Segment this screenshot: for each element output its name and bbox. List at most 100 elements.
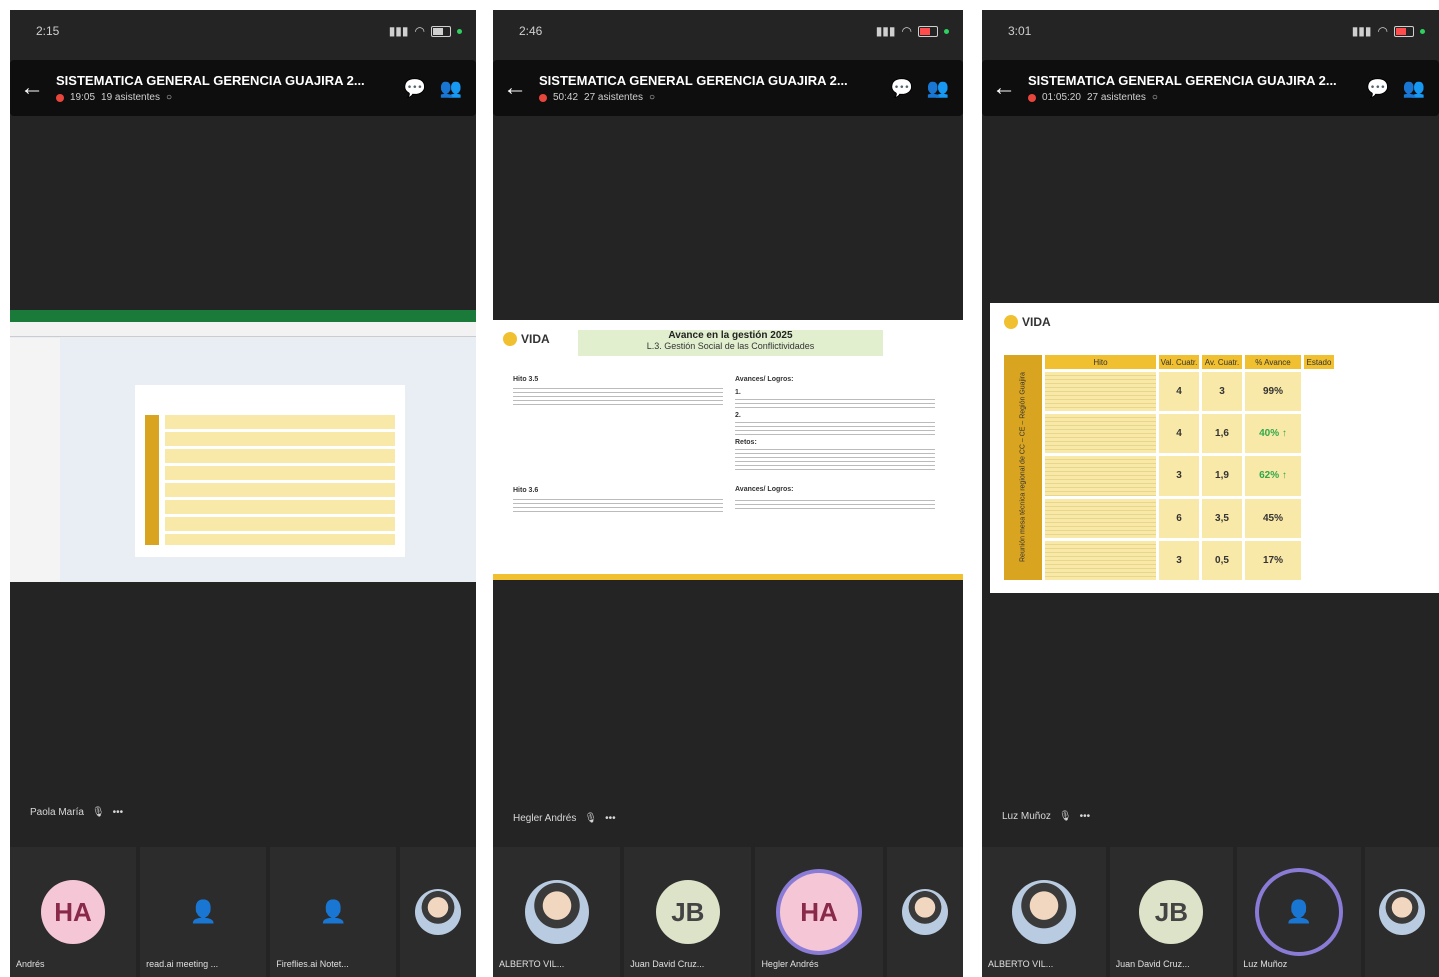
- participant-tile[interactable]: [886, 847, 963, 977]
- back-arrow-icon[interactable]: ←: [20, 74, 56, 102]
- participant-tile[interactable]: ALBERTO VIL...: [493, 847, 621, 977]
- table-cell: 3: [1202, 372, 1242, 412]
- table-cell: 1,9: [1202, 456, 1242, 496]
- wifi-icon: ◠: [1377, 24, 1388, 38]
- hito-text: [1045, 372, 1156, 412]
- camera-indicator-icon: [944, 28, 949, 34]
- avatar: JB: [655, 880, 720, 944]
- recording-icon: [539, 93, 547, 102]
- text-lines: [735, 419, 935, 435]
- attendee-count: 19 asistentes: [101, 92, 160, 103]
- chat-icon[interactable]: 💬: [400, 73, 430, 103]
- person-icon: 👤: [1259, 872, 1339, 952]
- participants-icon[interactable]: 👥: [436, 73, 466, 103]
- participant-tile[interactable]: 👤 Luz Muñoz: [1237, 847, 1361, 977]
- participant-tile[interactable]: 👤 read.ai meeting ...: [140, 847, 267, 977]
- item-1: 1.: [735, 389, 741, 396]
- participant-name: ALBERTO VIL...: [499, 959, 565, 969]
- slide-bottom-band: [493, 574, 963, 580]
- mic-icon: 🎙: [91, 807, 105, 818]
- participants-icon[interactable]: 👥: [1399, 73, 1429, 103]
- battery-icon: [431, 25, 451, 37]
- back-arrow-icon[interactable]: ←: [503, 74, 539, 102]
- table-cell: 62% ↑: [1245, 456, 1301, 496]
- col-header: Av. Cuatr.: [1202, 355, 1242, 369]
- table-cell: 4: [1159, 414, 1199, 454]
- side-label: Reunión mesa técnica regional de CC – CE…: [1004, 355, 1042, 580]
- camera-indicator-icon: [1420, 28, 1425, 34]
- slide-side-band: [145, 415, 159, 545]
- logo-icon: [503, 332, 517, 346]
- table-cell: 4: [1159, 372, 1199, 412]
- shared-slide: VIDA Avance en la gestión 2025 L.3. Gest…: [493, 320, 963, 580]
- participant-tile[interactable]: HA Andrés: [10, 847, 137, 977]
- table-cell: 1,6: [1202, 414, 1242, 454]
- meeting-title: SISTEMATICA GENERAL GERENCIA GUAJIRA 2..…: [1028, 73, 1337, 88]
- table-cell: 0,5: [1202, 540, 1242, 580]
- meeting-header: ← SISTEMATICA GENERAL GERENCIA GUAJIRA 2…: [493, 60, 963, 116]
- elapsed-time: 50:42: [553, 92, 579, 103]
- more-icon[interactable]: •••: [113, 807, 124, 818]
- browser-address-bar: [10, 322, 476, 337]
- info-icon[interactable]: ○: [1152, 92, 1158, 103]
- table-cell: 3: [1159, 540, 1199, 580]
- signal-icon: ▮▮▮: [1351, 24, 1372, 38]
- hito-label-2: Hito 3.6: [513, 487, 539, 494]
- avatar-photo: [524, 880, 589, 944]
- participant-tile[interactable]: [1364, 847, 1439, 977]
- clock: 2:46: [519, 24, 543, 38]
- participant-tile[interactable]: ALBERTO VIL...: [982, 847, 1106, 977]
- elapsed-time: 01:05:20: [1042, 92, 1081, 103]
- table-cell: 3,5: [1202, 498, 1242, 538]
- slide-thumbnails: [10, 338, 60, 582]
- meeting-header: ← SISTEMATICA GENERAL GERENCIA GUAJIRA 2…: [10, 60, 476, 116]
- person-icon: 👤: [189, 899, 217, 924]
- participant-strip: ALBERTO VIL... JB Juan David Cruz... 👤 Luz…: [982, 847, 1439, 977]
- battery-icon: [1394, 25, 1414, 37]
- participant-name: Luz Muñoz: [1243, 959, 1288, 969]
- participant-name: Hegler Andrés: [761, 959, 819, 969]
- participant-tile[interactable]: 👤 Fireflies.ai Notet...: [270, 847, 397, 977]
- chat-icon[interactable]: 💬: [887, 73, 917, 103]
- browser-tab-bar: [10, 310, 476, 322]
- attendee-count: 27 asistentes: [1086, 92, 1146, 103]
- col-header: Hito: [1045, 355, 1156, 369]
- text-lines: [513, 496, 723, 514]
- participant-name: read.ai meeting ...: [146, 959, 219, 969]
- back-arrow-icon[interactable]: ←: [992, 74, 1028, 102]
- wifi-icon: ◠: [414, 24, 425, 38]
- more-icon[interactable]: •••: [1080, 811, 1091, 822]
- logros-label: Avances/ Logros:: [735, 376, 794, 383]
- recording-icon: [56, 93, 64, 102]
- hito-text: [1045, 498, 1156, 538]
- table-cell: 17%: [1245, 540, 1301, 580]
- avatar-photo: [415, 889, 462, 935]
- item-2: 2.: [735, 412, 741, 419]
- participant-tile[interactable]: JB Juan David Cruz...: [624, 847, 752, 977]
- info-icon[interactable]: ○: [166, 92, 172, 103]
- participant-tile[interactable]: [400, 847, 476, 977]
- text-lines: [735, 396, 935, 408]
- more-icon[interactable]: •••: [605, 813, 616, 824]
- participant-name: ALBERTO VIL...: [988, 959, 1054, 969]
- col-header: Estado: [1304, 355, 1334, 369]
- slide-logo: VIDA: [1022, 315, 1051, 329]
- participant-tile[interactable]: JB Juan David Cruz...: [1109, 847, 1234, 977]
- slide-table: Reunión mesa técnica regional de CC – CE…: [1004, 355, 1334, 580]
- chat-icon[interactable]: 💬: [1363, 73, 1393, 103]
- phone-screen-1: 2:15 ▮▮▮ ◠ ← SISTEMATICA GENERAL GERENCIA…: [10, 10, 476, 977]
- battery-icon: [918, 25, 938, 37]
- hito-text: [1045, 540, 1156, 580]
- participant-tile[interactable]: HA Hegler Andrés: [755, 847, 883, 977]
- hito-text: [1045, 456, 1156, 496]
- status-column: [1304, 372, 1334, 580]
- avatar-photo: [1011, 880, 1076, 944]
- logo-icon: [1004, 315, 1018, 329]
- slide-table: [165, 415, 395, 545]
- clock: 3:01: [1008, 24, 1032, 38]
- signal-icon: ▮▮▮: [388, 24, 409, 38]
- mic-icon: 🎙: [1058, 811, 1072, 822]
- camera-indicator-icon: [457, 28, 462, 34]
- info-icon[interactable]: ○: [649, 92, 655, 103]
- participants-icon[interactable]: 👥: [923, 73, 953, 103]
